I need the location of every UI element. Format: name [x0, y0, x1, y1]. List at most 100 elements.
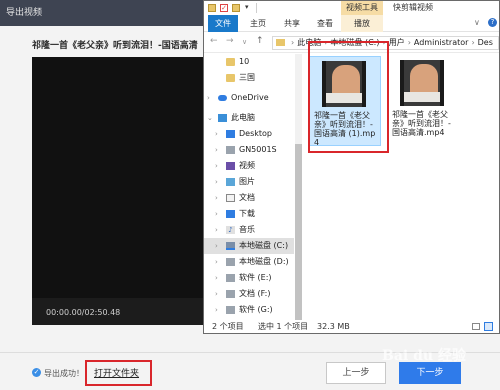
tab-home[interactable]: 主页 — [246, 15, 270, 32]
chevron-right-icon[interactable]: › — [215, 254, 218, 270]
status-selected-size: 32.3 MB — [317, 322, 350, 331]
thumbnail-shirt — [404, 92, 440, 102]
playback-time: 00:00.00/02:50.48 — [46, 308, 121, 317]
chevron-right-icon[interactable]: › — [215, 238, 218, 254]
chevron-right-icon[interactable]: › — [215, 302, 218, 318]
downloads-icon — [226, 210, 235, 218]
nav-item-downloads[interactable]: › 下载 — [204, 206, 294, 222]
back-arrow-icon[interactable]: ← — [210, 36, 218, 46]
breadcrumb-item[interactable]: Des — [478, 38, 493, 47]
nav-item-label: 此电脑 — [231, 113, 255, 122]
this-pc-icon — [218, 114, 227, 122]
onedrive-icon — [218, 95, 227, 101]
breadcrumb-item[interactable]: 用户 — [389, 38, 405, 47]
nav-item-label: 软件 (G:) — [239, 305, 273, 314]
desktop-icon — [226, 130, 235, 138]
ribbon-tabs: 文件 主页 共享 查看 播放 ∨ ? — [204, 15, 499, 32]
help-icon[interactable]: ? — [488, 18, 497, 27]
navigation-pane: 10 三国 › OneDrive ⌄ 此电脑 › Desktop › GN5001S ›… — [204, 54, 294, 320]
details-view-icon[interactable] — [472, 323, 480, 330]
pictures-icon — [226, 178, 235, 186]
video-title: 祁隆一首《老父亲》听到流泪！-国语高清 — [32, 41, 198, 51]
file-highlight-box — [308, 41, 389, 153]
nav-item-documents-f[interactable]: › 文档 (F:) — [204, 286, 294, 302]
nav-item-label: OneDrive — [231, 93, 269, 102]
chevron-right-icon[interactable]: › — [215, 270, 218, 286]
chevron-right-icon: › — [471, 38, 475, 47]
chevron-right-icon: › — [407, 38, 411, 47]
nav-item-label: 文档 (F:) — [239, 289, 271, 298]
nav-scrollbar-thumb[interactable] — [295, 144, 302, 320]
open-folder-highlight-box — [85, 360, 152, 386]
folder-icon — [226, 74, 235, 82]
nav-item-desktop[interactable]: › Desktop — [204, 126, 294, 142]
chevron-right-icon[interactable]: › — [207, 90, 210, 106]
status-selected-count: 选中 1 个项目 — [258, 322, 309, 331]
nav-item-this-pc[interactable]: ⌄ 此电脑 — [204, 110, 294, 126]
chevron-right-icon[interactable]: › — [215, 222, 218, 238]
chevron-right-icon[interactable]: › — [215, 286, 218, 302]
chevron-right-icon[interactable]: › — [215, 158, 218, 174]
nav-item-software-e[interactable]: › 软件 (E:) — [204, 270, 294, 286]
nav-item-local-disk-c[interactable]: › 本地磁盘 (C:) — [204, 238, 294, 254]
titlebar-separator — [256, 3, 257, 13]
quick-access-properties-icon[interactable]: ✓ — [220, 4, 228, 12]
chevron-right-icon[interactable]: › — [215, 126, 218, 142]
nav-item-local-disk-d[interactable]: › 本地磁盘 (D:) — [204, 254, 294, 270]
explorer-window-title: 快剪辑视频 — [393, 3, 433, 12]
chevron-right-icon[interactable]: › — [215, 142, 218, 158]
drive-icon — [226, 274, 235, 282]
export-success-text: 导出成功！ — [44, 369, 84, 378]
file-item[interactable]: 祁隆一首《老父亲》听到流泪！-国语高清.mp4 — [388, 56, 460, 146]
ribbon-expand-icon[interactable]: ∨ — [474, 18, 480, 27]
quick-access-dropdown-icon[interactable]: ▾ — [245, 3, 249, 11]
chevron-down-icon[interactable]: ⌄ — [207, 110, 213, 126]
tab-view[interactable]: 查看 — [313, 15, 337, 32]
video-thumbnail — [400, 60, 444, 106]
nav-item-label: 音乐 — [239, 225, 255, 234]
nav-item-software-g[interactable]: › 软件 (G:) — [204, 302, 294, 318]
breadcrumb-item[interactable]: Administrator — [414, 38, 469, 47]
nav-item-10[interactable]: 10 — [204, 54, 294, 70]
tab-file[interactable]: 文件 — [208, 15, 238, 32]
tab-share[interactable]: 共享 — [280, 15, 304, 32]
quick-access-new-folder-icon[interactable] — [232, 4, 240, 12]
nav-item-label: 本地磁盘 (D:) — [239, 257, 289, 266]
nav-item-gn5001s[interactable]: › GN5001S — [204, 142, 294, 158]
drive-icon — [226, 290, 235, 298]
previous-step-button[interactable]: 上一步 — [326, 362, 386, 384]
forward-arrow-icon[interactable]: → — [226, 36, 234, 46]
nav-item-label: 图片 — [239, 177, 255, 186]
videos-icon — [226, 162, 235, 170]
explorer-titlebar: ✓ ▾ 视频工具 快剪辑视频 — [204, 1, 499, 15]
contextual-tab-group-label: 视频工具 — [341, 1, 383, 15]
nav-item-label: 软件 (E:) — [239, 273, 272, 282]
drive-icon — [226, 258, 235, 266]
video-preview[interactable] — [32, 57, 212, 325]
success-check-icon: ✓ — [32, 368, 41, 377]
quick-access-folder-icon[interactable] — [208, 4, 216, 12]
chevron-right-icon[interactable]: › — [215, 206, 218, 222]
nav-item-label: Desktop — [239, 129, 272, 138]
nav-item-videos[interactable]: › 视频 — [204, 158, 294, 174]
drive-icon — [226, 146, 235, 154]
nav-item-label: 视频 — [239, 161, 255, 170]
recent-locations-chevron-icon[interactable]: ∨ — [242, 38, 247, 46]
next-step-button[interactable]: 下一步 — [399, 362, 461, 384]
nav-item-pictures[interactable]: › 图片 — [204, 174, 294, 190]
large-icons-view-icon[interactable] — [484, 322, 493, 331]
file-name: 祁隆一首《老父亲》听到流泪！-国语高清.mp4 — [392, 110, 451, 137]
nav-item-label: 下载 — [239, 209, 255, 218]
drive-icon — [226, 306, 235, 314]
folder-icon — [276, 39, 285, 46]
nav-item-music[interactable]: › ♪ 音乐 — [204, 222, 294, 238]
chevron-right-icon[interactable]: › — [215, 174, 218, 190]
chevron-right-icon[interactable]: › — [215, 190, 218, 206]
nav-item-label: 本地磁盘 (C:) — [239, 241, 289, 250]
nav-item-label: 10 — [239, 57, 250, 66]
up-arrow-icon[interactable]: ↑ — [256, 36, 264, 46]
nav-item-sanguo[interactable]: 三国 — [204, 70, 294, 86]
tab-play[interactable]: 播放 — [341, 15, 383, 32]
nav-item-onedrive[interactable]: › OneDrive — [204, 90, 294, 106]
nav-item-documents[interactable]: › 文档 — [204, 190, 294, 206]
